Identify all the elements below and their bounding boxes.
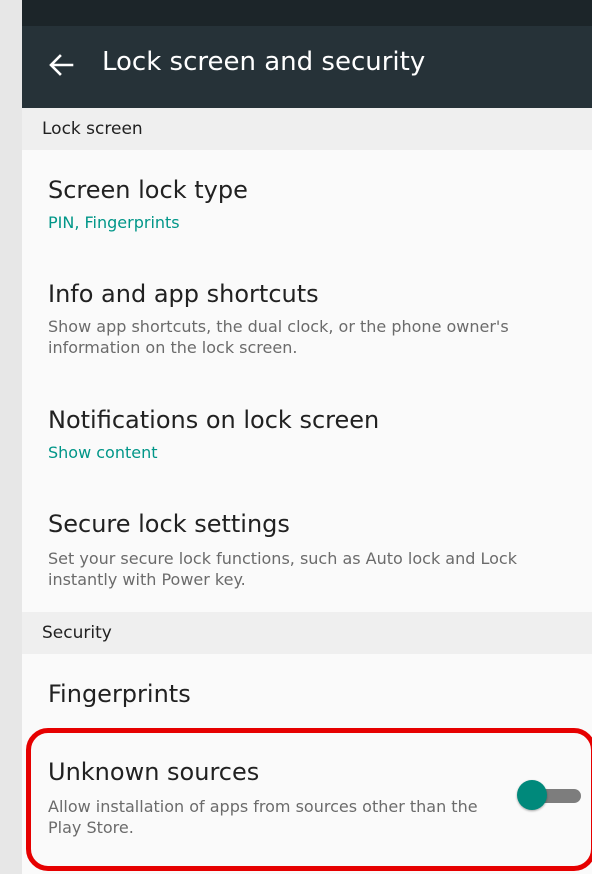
app-bar: Lock screen and security	[22, 0, 592, 108]
status-bar	[22, 0, 592, 26]
setting-screen-lock-type[interactable]: Screen lock type PIN, Fingerprints	[22, 150, 592, 252]
setting-value: PIN, Fingerprints	[48, 213, 180, 232]
setting-description: Allow installation of apps from sources …	[48, 797, 478, 837]
settings-screen: Lock screen and security Lock screen Scr…	[22, 0, 592, 874]
section-header-lock-screen: Lock screen	[22, 108, 592, 150]
unknown-sources-toggle[interactable]	[517, 780, 585, 810]
setting-title: Unknown sources	[48, 758, 260, 786]
setting-title: Screen lock type	[48, 176, 248, 204]
setting-title: Notifications on lock screen	[48, 406, 380, 434]
setting-description: Set your secure lock functions, such as …	[48, 549, 517, 589]
page-title: Lock screen and security	[102, 47, 426, 77]
setting-notifications-lock-screen[interactable]: Notifications on lock screen Show conten…	[22, 376, 592, 478]
setting-fingerprints[interactable]: Fingerprints	[22, 654, 592, 738]
setting-title: Fingerprints	[48, 680, 191, 708]
arrow-left-icon[interactable]	[48, 52, 74, 78]
setting-description: Show app shortcuts, the dual clock, or t…	[48, 317, 509, 357]
setting-unknown-sources[interactable]: Unknown sources Allow installation of ap…	[22, 738, 592, 874]
section-header-security: Security	[22, 612, 592, 654]
setting-info-app-shortcuts[interactable]: Info and app shortcuts Show app shortcut…	[22, 252, 592, 376]
setting-title: Secure lock settings	[48, 510, 290, 538]
setting-title: Info and app shortcuts	[48, 280, 319, 308]
toggle-thumb	[517, 780, 547, 810]
setting-value: Show content	[48, 443, 158, 462]
setting-secure-lock[interactable]: Secure lock settings Set your secure loc…	[22, 478, 592, 612]
